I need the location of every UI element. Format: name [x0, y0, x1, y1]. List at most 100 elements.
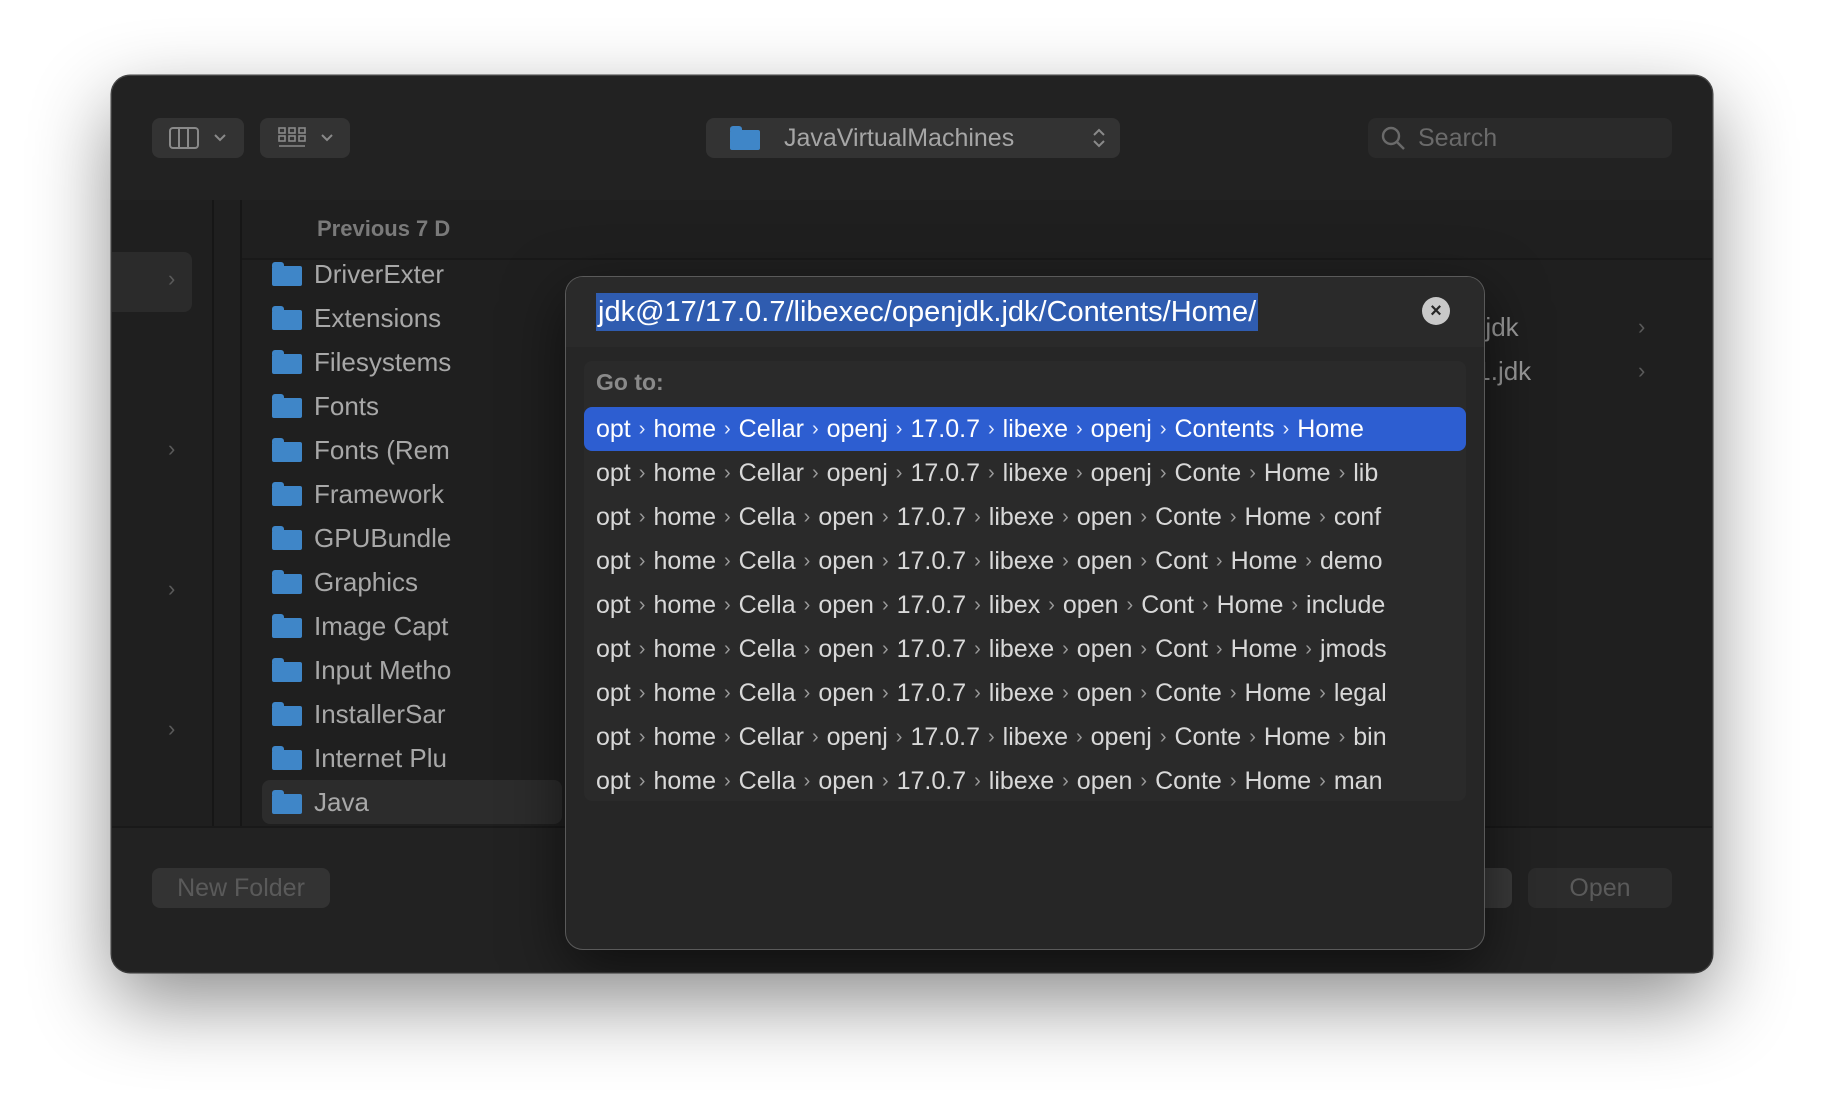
path-segment: 17.0.7 — [896, 546, 967, 575]
path-segment: openj — [1090, 458, 1152, 487]
chevron-right-icon: › — [803, 769, 811, 792]
chevron-right-icon: › — [723, 637, 731, 660]
path-segment: Conte — [1155, 678, 1222, 707]
path-segment: Home — [1263, 458, 1331, 487]
path-segment: Conte — [1174, 722, 1242, 751]
path-segment: libexe — [988, 766, 1055, 795]
group-button[interactable] — [260, 118, 350, 158]
path-segment: Home — [1230, 546, 1298, 575]
suggestion-item[interactable]: opt › home › Cellar › openj › 17.0.7 › libexe › open… — [584, 451, 1466, 495]
chevron-right-icon: › — [811, 461, 819, 484]
chevron-right-icon: › — [1062, 769, 1069, 792]
suggestion-item[interactable]: opt › home › Cella › open › 17.0.7 › libexe › open › C… — [584, 495, 1466, 539]
chevron-right-icon: › — [1319, 681, 1326, 704]
path-segment: home — [653, 678, 716, 707]
chevron-right-icon: › — [881, 769, 889, 792]
chevron-right-icon: › — [638, 505, 646, 528]
folder-label: Fonts — [314, 390, 380, 421]
clear-icon[interactable]: × — [1422, 297, 1450, 325]
path-segment: libexe — [1002, 722, 1068, 751]
folder-item[interactable]: InstallerSar — [262, 692, 446, 736]
folder-item[interactable]: DriverExter — [262, 252, 444, 296]
chevron-right-icon: › — [1229, 769, 1237, 792]
suggestion-item[interactable]: opt › home › Cella › open › 17.0.7 › libexe › open › C… — [584, 627, 1466, 671]
group-grid-icon — [277, 127, 306, 147]
column-divider[interactable] — [240, 200, 242, 826]
suggestion-item[interactable]: opt › home › Cella › open › 17.0.7 › libexe › open › C… — [584, 539, 1466, 583]
chevron-right-icon: › — [1140, 549, 1148, 572]
path-segment: libexe — [1002, 414, 1068, 443]
path-segment: Home — [1244, 766, 1312, 795]
folder-item[interactable]: Image Capt — [262, 604, 448, 648]
path-segment: Home — [1263, 722, 1331, 751]
open-button[interactable]: Open — [1528, 868, 1672, 908]
chevron-right-icon: › — [1159, 725, 1167, 748]
folder-item[interactable]: Extensions — [262, 296, 441, 340]
path-input[interactable]: jdk@17/17.0.7/libexec/openjdk.jdk/Conten… — [596, 293, 1259, 331]
path-segment: conf — [1333, 502, 1382, 531]
column-divider[interactable] — [212, 200, 214, 826]
folder-item[interactable]: Graphics — [262, 560, 418, 604]
chevron-right-icon: › — [168, 576, 176, 601]
path-segment: Cont — [1155, 546, 1208, 575]
path-segment: 17.0.7 — [910, 458, 980, 487]
chevron-right-icon: › — [895, 725, 903, 748]
chevron-right-icon: › — [723, 593, 731, 616]
folder-label: GPUBundle — [314, 522, 452, 553]
suggestion-item[interactable]: opt › home › Cellar › openj › 17.0.7 › libexe › open… — [584, 715, 1466, 759]
path-segment: open — [818, 546, 874, 575]
chevron-right-icon: › — [1305, 637, 1312, 660]
chevron-right-icon: › — [881, 549, 889, 572]
search-field[interactable]: Search — [1368, 118, 1672, 158]
path-segment: home — [653, 414, 716, 443]
folder-item[interactable]: Java — [262, 780, 562, 824]
folder-item[interactable]: Framework — [262, 472, 444, 516]
chevron-right-icon: › — [1338, 725, 1346, 748]
path-segment: home — [653, 502, 716, 531]
path-segment: Cellar — [738, 414, 804, 443]
path-segment: Cella — [738, 766, 796, 795]
path-segment: openj — [826, 458, 888, 487]
path-segment: Cella — [738, 502, 796, 531]
path-segment: openj — [1090, 414, 1152, 443]
chevron-right-icon: › — [723, 769, 731, 792]
chevron-right-icon: › — [723, 505, 731, 528]
folder-icon — [272, 394, 302, 418]
path-segment: 17.0.7 — [896, 634, 967, 663]
folder-item[interactable]: Fonts (Rem — [262, 428, 450, 472]
suggestion-item[interactable]: opt › home › Cella › open › 17.0.7 › libexe › open › C… — [584, 671, 1466, 715]
folder-item[interactable]: Fonts — [262, 384, 379, 428]
chevron-right-icon: › — [987, 461, 995, 484]
location-popup[interactable]: JavaVirtualMachines — [706, 118, 1120, 158]
path-segment: home — [653, 546, 716, 575]
path-segment: home — [653, 766, 716, 795]
chevron-right-icon: › — [1249, 461, 1256, 484]
chevron-right-icon: › — [1140, 505, 1148, 528]
path-segment: demo — [1319, 546, 1383, 575]
path-segment: libex — [988, 590, 1041, 619]
chevron-right-icon: › — [723, 681, 731, 704]
path-segment: Conte — [1174, 458, 1242, 487]
path-segment: open — [818, 766, 874, 795]
chevron-right-icon: › — [638, 461, 646, 484]
folder-item[interactable]: Filesystems — [262, 340, 451, 384]
view-mode-button[interactable] — [152, 118, 244, 158]
suggestion-item[interactable]: opt › home › Cella › open › 17.0.7 › libex › open › Co… — [584, 583, 1466, 627]
folder-label: Image Capt — [314, 610, 449, 641]
path-segment: Cont — [1141, 590, 1194, 619]
folder-item[interactable]: Input Metho — [262, 648, 451, 692]
new-folder-button[interactable]: New Folder — [152, 868, 330, 908]
folder-item[interactable]: Internet Plu — [262, 736, 447, 780]
chevron-right-icon: › — [895, 461, 903, 484]
folder-item[interactable]: GPUBundle — [262, 516, 451, 560]
chevron-right-icon: › — [638, 593, 646, 616]
chevron-right-icon: › — [803, 637, 811, 660]
suggestion-item[interactable]: opt › home › Cellar › openj › 17.0.7 › libexe › open… — [584, 407, 1466, 451]
folder-label: Filesystems — [314, 346, 452, 377]
column-header-bar — [242, 200, 1712, 260]
suggestion-item[interactable]: opt › home › Cella › open › 17.0.7 › libexe › open › C… — [584, 759, 1466, 803]
sidebar-selected-row[interactable] — [112, 252, 192, 312]
chevron-right-icon: › — [974, 505, 981, 528]
chevron-right-icon: › — [1229, 505, 1237, 528]
path-segment: open — [1062, 590, 1119, 619]
